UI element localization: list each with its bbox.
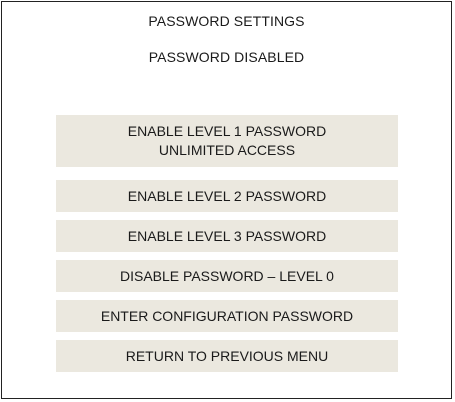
disable-password-button[interactable]: DISABLE PASSWORD – LEVEL 0	[56, 260, 398, 292]
return-to-previous-menu-label: RETURN TO PREVIOUS MENU	[125, 347, 329, 364]
enable-level-3-label: ENABLE LEVEL 3 PASSWORD	[127, 227, 327, 244]
enable-level-1-password-button[interactable]: ENABLE LEVEL 1 PASSWORD UNLIMITED ACCESS	[56, 115, 398, 167]
enable-level-2-label: ENABLE LEVEL 2 PASSWORD	[127, 187, 327, 204]
password-status: PASSWORD DISABLED	[148, 49, 305, 65]
disable-password-label: DISABLE PASSWORD – LEVEL 0	[120, 267, 334, 284]
enable-level-2-password-button[interactable]: ENABLE LEVEL 2 PASSWORD	[56, 180, 398, 212]
enable-level-1-label: ENABLE LEVEL 1 PASSWORD	[127, 123, 327, 139]
page-title: PASSWORD SETTINGS	[148, 13, 305, 29]
password-settings-panel: PASSWORD SETTINGS PASSWORD DISABLED ENAB…	[1, 1, 452, 399]
unlimited-access-label: UNLIMITED ACCESS	[158, 142, 296, 158]
enter-configuration-password-button[interactable]: ENTER CONFIGURATION PASSWORD	[56, 300, 398, 332]
return-to-previous-menu-button[interactable]: RETURN TO PREVIOUS MENU	[56, 340, 398, 372]
enable-level-3-password-button[interactable]: ENABLE LEVEL 3 PASSWORD	[56, 220, 398, 252]
enter-configuration-password-label: ENTER CONFIGURATION PASSWORD	[100, 307, 354, 324]
